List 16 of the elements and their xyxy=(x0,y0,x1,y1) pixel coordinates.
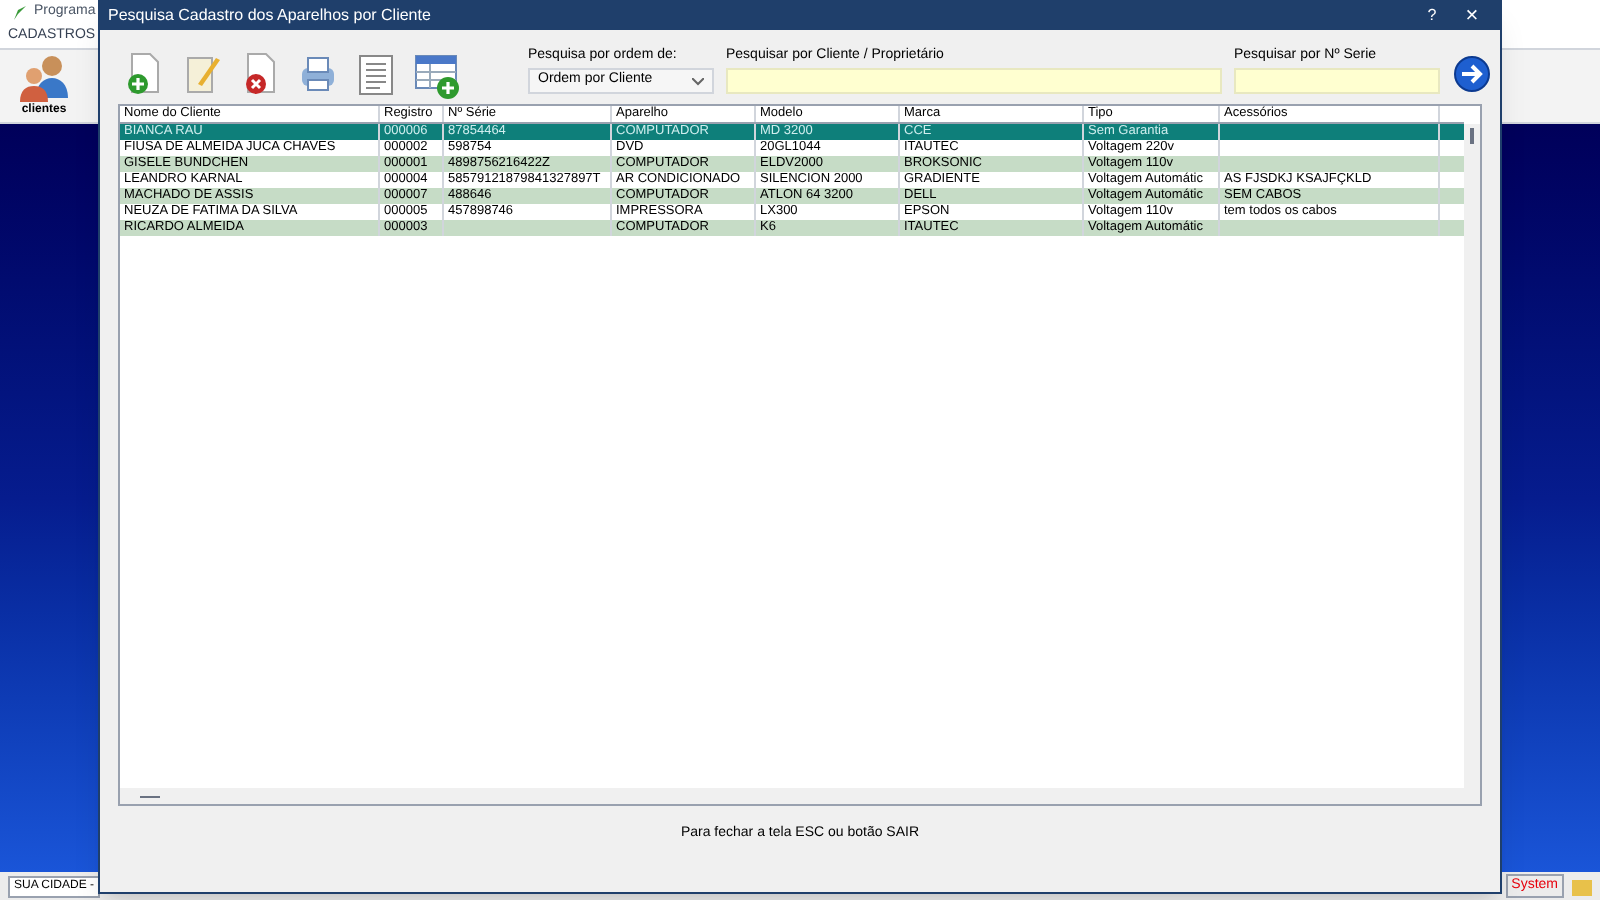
serial-search-field[interactable] xyxy=(1234,68,1440,94)
horizontal-scrollbar[interactable] xyxy=(120,788,1480,804)
people-icon xyxy=(16,54,72,102)
delete-document-icon[interactable] xyxy=(240,52,280,96)
edit-document-icon[interactable] xyxy=(182,52,222,96)
table-add-icon[interactable] xyxy=(414,52,462,100)
arrow-right-icon[interactable] xyxy=(1454,56,1490,92)
report-icon[interactable] xyxy=(356,52,396,96)
vertical-scrollbar[interactable] xyxy=(1464,124,1480,788)
client-search-field[interactable] xyxy=(726,68,1222,94)
printer-icon[interactable] xyxy=(298,52,338,96)
help-button[interactable]: ? xyxy=(1412,4,1452,28)
window-title: Pesquisa Cadastro dos Aparelhos por Cliente xyxy=(108,4,433,28)
close-button[interactable]: × xyxy=(1452,5,1492,27)
new-document-icon[interactable] xyxy=(124,52,164,96)
chevron-down-icon xyxy=(692,77,704,85)
